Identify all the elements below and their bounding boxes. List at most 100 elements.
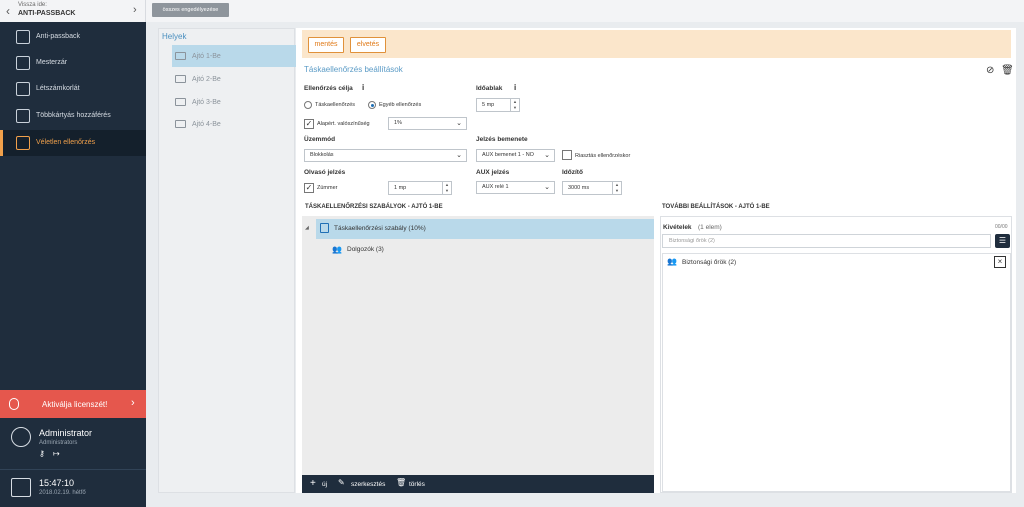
avatar[interactable]	[11, 427, 31, 447]
key-icon[interactable]: ⚷	[39, 449, 45, 458]
exceptions-counter: 00/00	[995, 224, 1008, 230]
save-button[interactable]: mentés	[308, 37, 344, 53]
signal-input-select[interactable]: AUX bemenet 1 - NO ⌄	[476, 149, 555, 162]
door-icon	[175, 98, 186, 106]
chevron-right-icon: ›	[131, 397, 135, 409]
chevron-right-icon[interactable]: ›	[133, 4, 137, 16]
tree-row-label: Dolgozók (3)	[347, 246, 384, 253]
alarm-label: Riasztás ellenőrzéskor	[575, 153, 631, 159]
time-window-value: 5 mp	[482, 102, 495, 108]
timer-value: 3000 ms	[568, 185, 590, 191]
tree-row-label: Táskaellenőrzési szabály (10%)	[334, 225, 426, 232]
place-item[interactable]: Ajtó 4-Be	[172, 113, 296, 135]
user-role: Administrators	[39, 440, 78, 446]
info-icon[interactable]: i	[514, 83, 516, 92]
sidebar-item-label: Többkártyás hozzáférés	[36, 112, 111, 119]
new-button[interactable]: új	[322, 481, 327, 488]
mode-label: Üzemmód	[304, 136, 336, 143]
delete-button[interactable]: törlés	[409, 481, 425, 488]
exceptions-count: (1 elem)	[698, 224, 722, 231]
trash-icon[interactable]: 🗑	[1001, 65, 1014, 76]
mode-select[interactable]: Blokkolás ⌄	[304, 149, 467, 162]
back-navigation[interactable]: ‹ Vissza ide: ANTI-PASSBACK ›	[0, 0, 146, 22]
place-item[interactable]: Ajtó 1-Be	[172, 45, 296, 67]
group-icon: 👥	[667, 257, 677, 266]
exception-search-placeholder: Biztonsági őrök (2)	[669, 238, 715, 244]
rule-icon	[320, 223, 329, 233]
chevron-down-icon: ⌄	[456, 120, 462, 127]
collapse-arrow-icon[interactable]: ◢	[305, 225, 309, 231]
chevron-down-icon: ⌄	[544, 152, 550, 159]
purpose-label: Ellenőrzés célja	[304, 85, 353, 92]
place-label: Ajtó 1-Be	[192, 53, 221, 60]
sidebar-item-people-limit[interactable]: Létszámkorlát	[0, 76, 146, 102]
disable-icon[interactable]: ⊘	[986, 65, 994, 76]
multi-card-icon	[16, 109, 30, 123]
trash-icon[interactable]: 🗑	[396, 478, 406, 487]
exception-search-input[interactable]: Biztonsági őrök (2)	[662, 234, 991, 248]
back-target[interactable]: ANTI-PASSBACK	[18, 10, 75, 17]
plus-icon[interactable]: +	[310, 478, 316, 489]
exceptions-label: Kivételek	[663, 224, 692, 231]
buzzer-checkbox[interactable]: ✓	[304, 183, 314, 193]
purpose-bag-check-radio[interactable]	[304, 101, 312, 109]
list-item[interactable]: 👥 Biztonsági őrök (2) ×	[663, 254, 1010, 272]
buzzer-label: Zümmer	[317, 185, 338, 191]
stepper-arrows-icon[interactable]: ▲ ▼	[510, 99, 519, 111]
info-icon[interactable]: i	[362, 83, 364, 92]
place-item[interactable]: Ajtó 3-Be	[172, 91, 296, 113]
group-icon: 👥	[332, 245, 342, 254]
tree-row-rule[interactable]: Táskaellenőrzési szabály (10%)	[316, 219, 654, 239]
logout-icon[interactable]: ↦	[53, 449, 60, 458]
signal-input-label: Jelzés bemenete	[476, 136, 528, 143]
chevron-down-icon: ⌄	[456, 152, 462, 159]
chevron-left-icon[interactable]: ‹	[6, 4, 10, 18]
default-probability-select[interactable]: 1% ⌄	[388, 117, 467, 130]
current-date: 2018.02.19. hétfő	[39, 490, 86, 496]
buzzer-duration-stepper[interactable]: 1 mp ▲ ▼	[388, 181, 452, 195]
place-item[interactable]: Ajtó 2-Be	[172, 68, 296, 90]
purpose-option-label: Táskaellenőrzés	[315, 102, 356, 108]
rules-section-title: TÁSKAELLENŐRZÉSI SZABÁLYOK - AJTÓ 1-BE	[305, 204, 443, 210]
sidebar-item-random-check[interactable]: Véletlen ellenőrzés	[0, 130, 146, 156]
sidebar-item-label: Mesterzár	[36, 59, 68, 66]
settings-title: Táskaellenőrzés beállítások	[304, 65, 403, 74]
default-probability-checkbox[interactable]: ✓	[304, 119, 314, 129]
place-label: Ajtó 3-Be	[192, 99, 221, 106]
stepper-arrows-icon[interactable]: ▲ ▼	[612, 182, 621, 194]
sidebar-item-master-lock[interactable]: Mesterzár	[0, 50, 146, 76]
purpose-option-label: Egyéb ellenőrzés	[379, 102, 422, 108]
lock-icon	[16, 56, 30, 70]
place-label: Ajtó 2-Be	[192, 76, 221, 83]
aux-signal-select[interactable]: AUX relé 1 ⌄	[476, 181, 555, 194]
activate-license-button[interactable]: Aktiválja licenszét! ›	[0, 390, 146, 418]
save-bar: mentés elvetés	[302, 30, 1011, 58]
window-label: Időablak	[476, 85, 503, 92]
time-window-stepper[interactable]: 5 mp ▲ ▼	[476, 98, 520, 112]
rules-toolbar: + új ✎ szerkesztés 🗑 törlés	[302, 475, 654, 493]
more-settings-title: TOVÁBBI BEÁLLÍTÁSOK - AJTÓ 1-BE	[662, 204, 770, 210]
sidebar-item-multi-card[interactable]: Többkártyás hozzáférés	[0, 103, 146, 129]
sidebar-item-anti-passback[interactable]: Anti-passback	[0, 24, 146, 50]
purpose-other-check-radio[interactable]	[368, 101, 376, 109]
tree-row-group[interactable]: 👥 Dolgozók (3)	[316, 240, 654, 260]
default-probability-label: Alapért. valószínűség	[317, 121, 370, 127]
edit-button[interactable]: szerkesztés	[351, 481, 385, 488]
license-badge-icon	[9, 398, 19, 410]
pencil-icon[interactable]: ✎	[338, 478, 345, 487]
user-name: Administrator	[39, 428, 93, 438]
exceptions-list: 👥 Biztonsági őrök (2) ×	[662, 253, 1011, 492]
discard-button[interactable]: elvetés	[350, 37, 386, 53]
places-title: Helyek	[162, 32, 187, 41]
alarm-checkbox[interactable]	[562, 150, 572, 160]
place-label: Ajtó 4-Be	[192, 121, 221, 128]
timer-label: Időzítő	[562, 169, 583, 176]
stepper-arrows-icon[interactable]: ▲ ▼	[442, 182, 451, 194]
allow-all-button[interactable]: összes engedélyezése	[152, 3, 229, 17]
remove-icon[interactable]: ×	[994, 256, 1006, 268]
sidebar-item-label: Anti-passback	[36, 33, 80, 40]
aux-signal-value: AUX relé 1	[482, 184, 509, 190]
door-icon	[175, 52, 186, 60]
timer-stepper[interactable]: 3000 ms ▲ ▼	[562, 181, 622, 195]
list-picker-button[interactable]: ☰	[995, 234, 1010, 248]
